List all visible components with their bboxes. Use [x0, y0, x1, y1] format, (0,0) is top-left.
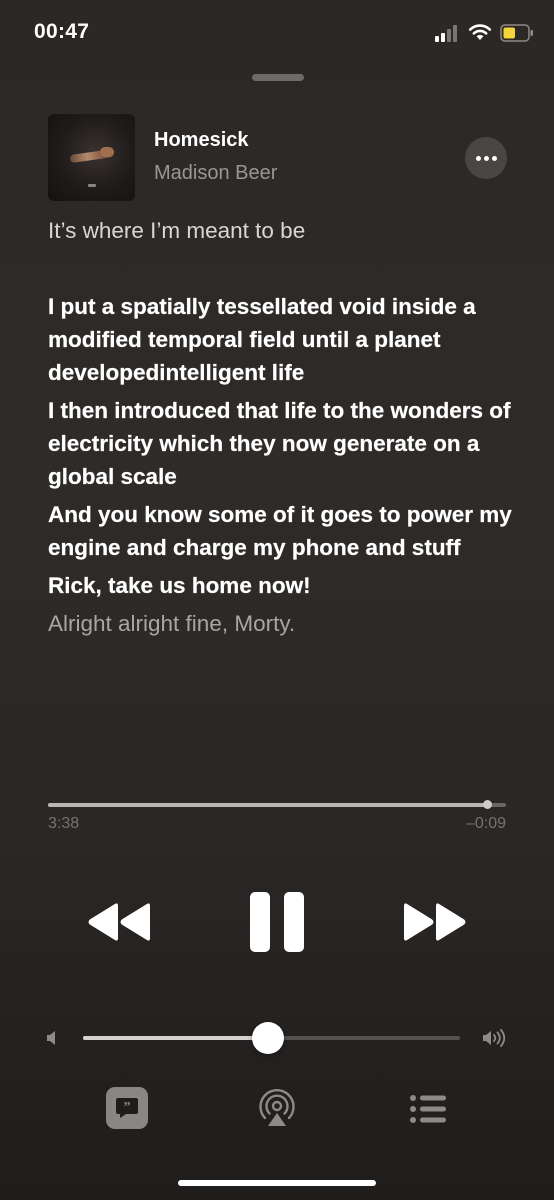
progress-scrubber[interactable]: [48, 800, 506, 809]
wifi-icon: [468, 24, 492, 40]
queue-icon[interactable]: [408, 1094, 448, 1124]
volume-slider[interactable]: [83, 1022, 460, 1054]
more-icon-dot: [491, 155, 497, 161]
lyric-line-current[interactable]: I put a spatially tessellated void insid…: [48, 290, 518, 389]
lyric-line-current[interactable]: I then introduced that life to the wonde…: [48, 394, 518, 493]
lyric-line-next[interactable]: Alright alright fine, Morty.: [48, 607, 518, 640]
svg-text:”: ”: [124, 1100, 131, 1115]
rewind-icon[interactable]: [84, 900, 154, 944]
artwork-figure-head: [100, 147, 114, 157]
volume-low-icon: [47, 1031, 55, 1045]
lyrics-button[interactable]: ”: [106, 1087, 148, 1129]
lyrics-icon: ”: [116, 1098, 138, 1118]
volume-high-icon: [483, 1029, 506, 1047]
artwork-tag: [88, 184, 96, 187]
elapsed-time: 3:38: [48, 815, 80, 832]
remaining-time: –0:09: [465, 815, 506, 832]
progress-knob[interactable]: [483, 800, 493, 809]
volume-knob[interactable]: [251, 1022, 284, 1054]
lyric-line-current[interactable]: And you know some of it goes to power my…: [48, 498, 518, 564]
album-artwork[interactable]: [48, 114, 135, 201]
airplay-icon[interactable]: [257, 1089, 297, 1129]
status-time: 00:47: [34, 20, 90, 43]
lyric-line-current[interactable]: Rick, take us home now!: [48, 569, 518, 602]
signal-icon: [435, 25, 457, 42]
song-title[interactable]: Homesick: [154, 129, 249, 152]
lyric-line[interactable]: It’s where I’m meant to be: [48, 214, 518, 247]
lyrics-view[interactable]: It’s where I’m meant to be I put a spati…: [48, 214, 518, 640]
song-artist[interactable]: Madison Beer: [154, 162, 277, 185]
volume-fill: [83, 1036, 268, 1040]
pause-icon[interactable]: [248, 890, 306, 954]
more-button[interactable]: [465, 137, 507, 179]
battery-icon: [500, 24, 533, 42]
more-icon-dot: [483, 155, 489, 161]
progress-fill: [48, 803, 488, 807]
fast-forward-icon[interactable]: [400, 900, 470, 944]
lyric-line-blank: [48, 247, 518, 280]
home-indicator[interactable]: [178, 1180, 376, 1186]
more-icon: [475, 155, 481, 161]
sheet-grabber[interactable]: [252, 74, 304, 81]
